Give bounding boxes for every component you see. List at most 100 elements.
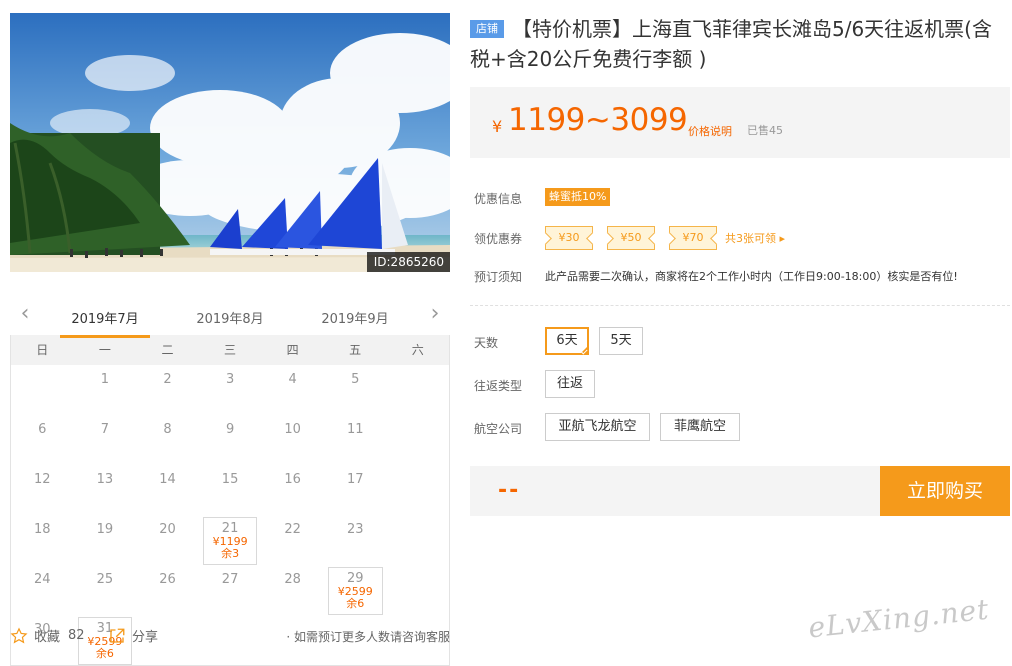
coupon-item[interactable]: ¥50 <box>607 226 655 250</box>
calendar-day: 20 <box>136 515 199 565</box>
calendar-day-number: 20 <box>159 522 176 537</box>
calendar-day-available[interactable]: 21 ¥1199 余3 <box>199 515 262 565</box>
coupon-item[interactable]: ¥30 <box>545 226 593 250</box>
shop-tag[interactable]: 店铺 <box>470 20 504 38</box>
calendar-day-number: 1 <box>100 372 110 387</box>
price-panel: ¥ 1199~3099 价格说明 已售45 <box>470 87 1010 158</box>
calendar-day: 13 <box>74 465 137 515</box>
calendar-day: 9 <box>199 415 262 465</box>
airline-option-label: 菲鹰航空 <box>673 419 726 434</box>
calendar-day-number: 18 <box>34 522 51 537</box>
weekday-label: 五 <box>349 343 362 357</box>
booking-note: · 如需预订更多人数请咨询客服 <box>286 630 450 644</box>
calendar-day: 25 <box>74 565 137 615</box>
calendar-day: 11 <box>324 415 387 465</box>
promo-label: 优惠信息 <box>474 192 523 206</box>
calendar-day-number <box>11 365 74 372</box>
price-currency: ¥ <box>492 117 503 136</box>
checkmark-icon <box>580 347 588 355</box>
weekday-label: 日 <box>36 343 49 357</box>
purchase-bar: -- 立即购买 <box>470 466 1010 516</box>
product-hero-image: ID:2865260 <box>10 13 450 272</box>
weekday-label: 六 <box>411 343 424 357</box>
calendar-day-number: 3 <box>225 372 235 387</box>
calendar-day: 23 <box>324 515 387 565</box>
calendar-day-number: 10 <box>284 422 301 437</box>
calendar-day: 18 <box>11 515 74 565</box>
airline-option-philippine[interactable]: 菲鹰航空 <box>660 413 740 441</box>
calendar-day-number: 28 <box>284 572 301 587</box>
coupon-item[interactable]: ¥70 <box>669 226 717 250</box>
favorite-button[interactable]: 收藏 82 <box>10 626 85 645</box>
weekday-label: 三 <box>224 343 237 357</box>
beach-sailboats-photo <box>10 13 450 272</box>
calendar-day: 8 <box>136 415 199 465</box>
calendar-day-available[interactable]: 29 ¥2599 余6 <box>324 565 387 615</box>
calendar-day-number: 11 <box>346 422 364 437</box>
calendar-day-number: 2 <box>163 372 172 387</box>
section-divider <box>470 305 1010 306</box>
calendar-day: 19 <box>74 515 137 565</box>
calendar-day-frame <box>327 567 383 615</box>
calendar-weekday-header: 日 一 二 三 四 五 六 <box>11 335 449 365</box>
sold-count: 已售45 <box>747 124 783 137</box>
product-title-text: 【特价机票】上海直飞菲律宾长滩岛5/6天往返机票(含税+含20公斤免费行李额 ) <box>470 17 992 71</box>
calendar-day: 26 <box>136 565 199 615</box>
calendar-day: 6 <box>11 415 74 465</box>
calendar-day-number: 22 <box>284 522 301 537</box>
calendar-day: 22 <box>261 515 324 565</box>
weekday-label: 一 <box>98 343 111 357</box>
calendar-day-number: 9 <box>225 422 235 437</box>
calendar-day: 3 <box>199 365 262 415</box>
calendar-day-number: 13 <box>96 472 114 487</box>
coupon-label: 领优惠券 <box>474 232 523 246</box>
coupon-list: ¥30 ¥50 ¥70 共3张可领 ▸ <box>545 226 785 250</box>
calendar-day-number: 8 <box>163 422 172 437</box>
coupon-more-link[interactable]: 共3张可领 ▸ <box>725 230 785 246</box>
trip-option-roundtrip[interactable]: 往返 <box>545 370 595 398</box>
share-button[interactable]: 分享 <box>108 626 158 645</box>
calendar-day: 24 <box>11 565 74 615</box>
calendar-day: 28 <box>261 565 324 615</box>
tab-month-2[interactable]: 2019年8月 <box>185 308 275 327</box>
calendar-day-number: 6 <box>38 422 47 437</box>
days-option-6[interactable]: 6天 <box>545 327 589 355</box>
calendar-day-number: 25 <box>96 572 114 587</box>
calendar-month-tabs: ‹ 2019年7月 2019年8月 2019年9月 › <box>10 300 450 338</box>
favorite-count: 82 <box>68 628 85 643</box>
trip-type-label: 往返类型 <box>474 379 523 393</box>
days-option-label: 6天 <box>556 333 578 348</box>
calendar-day: 10 <box>261 415 324 465</box>
calendar-day: 2 <box>136 365 199 415</box>
days-option-5[interactable]: 5天 <box>599 327 643 355</box>
chevron-left-icon[interactable]: ‹ <box>14 303 36 326</box>
notice-label: 预订须知 <box>474 270 523 284</box>
calendar-day-number: 19 <box>96 522 114 537</box>
calendar-day-frame <box>202 517 258 565</box>
price-range: 1199~3099 <box>508 102 688 138</box>
calendar-table: 日 一 二 三 四 五 六 1 2 3 4 5 6 7 8 9 10 11 12 13 14 15 16 17 1… <box>10 335 450 666</box>
days-option-label: 5天 <box>610 333 632 348</box>
date-calendar: ‹ 2019年7月 2019年8月 2019年9月 › 日 一 二 三 四 五 … <box>10 300 450 666</box>
calendar-day-number: 24 <box>34 572 51 587</box>
calendar-day-number: 15 <box>221 472 239 487</box>
image-id-label: ID:2865260 <box>366 252 450 272</box>
calendar-day: 15 <box>199 465 262 515</box>
tab-month-1[interactable]: 2019年7月 <box>60 308 150 338</box>
days-label: 天数 <box>474 336 499 350</box>
weekday-label: 四 <box>286 343 299 357</box>
airline-option-label: 亚航飞龙航空 <box>558 419 637 434</box>
airline-option-airasia[interactable]: 亚航飞龙航空 <box>545 413 650 441</box>
chevron-right-icon[interactable]: › <box>424 303 446 326</box>
price-explain-link[interactable]: 价格说明 <box>688 123 732 139</box>
calendar-day-number: 27 <box>221 572 239 587</box>
calendar-day-number: 7 <box>100 422 110 437</box>
star-icon <box>10 626 28 643</box>
buy-now-button[interactable]: 立即购买 <box>880 466 1010 516</box>
calendar-day: 17 <box>324 465 387 515</box>
calendar-day: 14 <box>136 465 199 515</box>
calendar-day: 1 <box>74 365 137 415</box>
tab-month-3[interactable]: 2019年9月 <box>310 308 400 327</box>
calendar-day: 12 <box>11 465 74 515</box>
calendar-days-grid: 1 2 3 4 5 6 7 8 9 10 11 12 13 14 15 16 17 18 19 20 21 ¥1199 余3… <box>11 365 449 665</box>
